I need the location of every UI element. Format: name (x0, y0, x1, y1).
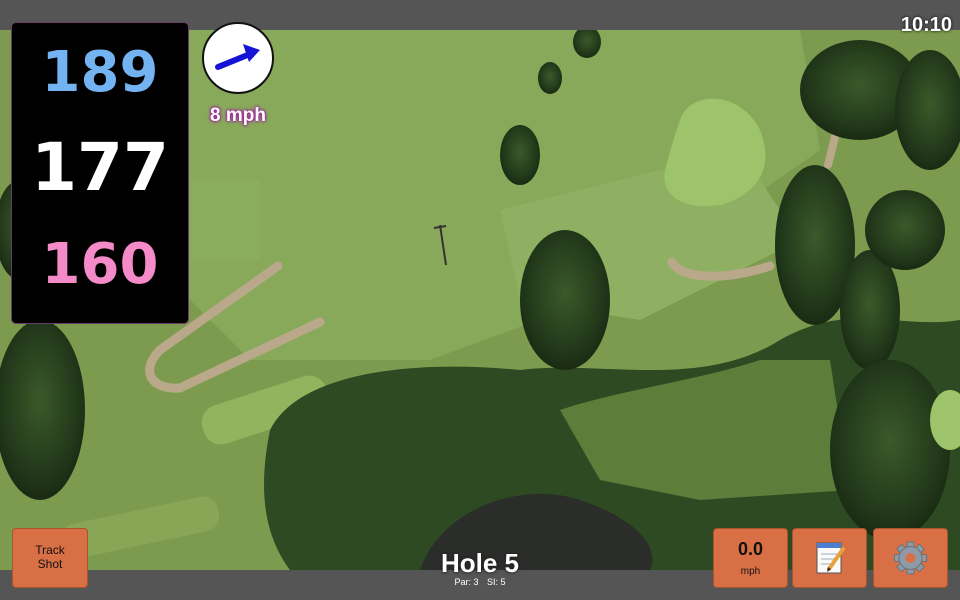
distance-panel: 189 177 160 (11, 22, 189, 324)
track-shot-label-line1: Track (35, 543, 65, 558)
speed-unit: mph (740, 566, 761, 577)
par-label: Par: 3 (454, 577, 479, 587)
speed-value: 0.0 (737, 539, 764, 559)
hole-info: Par: 3 SI: 5 (380, 577, 580, 587)
track-shot-label: Track Shot (35, 543, 65, 572)
notepad-pencil-icon (816, 542, 845, 574)
speed-button[interactable]: 0.0 mph (713, 528, 788, 588)
clock: 10:10 (900, 14, 952, 36)
wind-direction-dial (202, 22, 274, 94)
track-shot-button[interactable]: Track Shot (12, 528, 88, 588)
arrow-icon (215, 44, 260, 70)
distance-front: 160 (41, 232, 159, 297)
gear-icon (894, 541, 927, 575)
hole-title: Hole 5 (440, 548, 520, 578)
track-shot-label-line2: Shot (37, 557, 63, 571)
distance-back: 189 (41, 40, 159, 105)
stroke-index-label: SI: 5 (487, 577, 506, 587)
settings-button[interactable] (873, 528, 948, 588)
golf-gps-screen: 10:10 189 177 160 8 mph Track Shot Hole … (0, 0, 960, 600)
scorecard-button[interactable] (792, 528, 867, 588)
wind-speed-label: 8 mph (210, 105, 266, 126)
distance-middle: 177 (31, 129, 169, 206)
